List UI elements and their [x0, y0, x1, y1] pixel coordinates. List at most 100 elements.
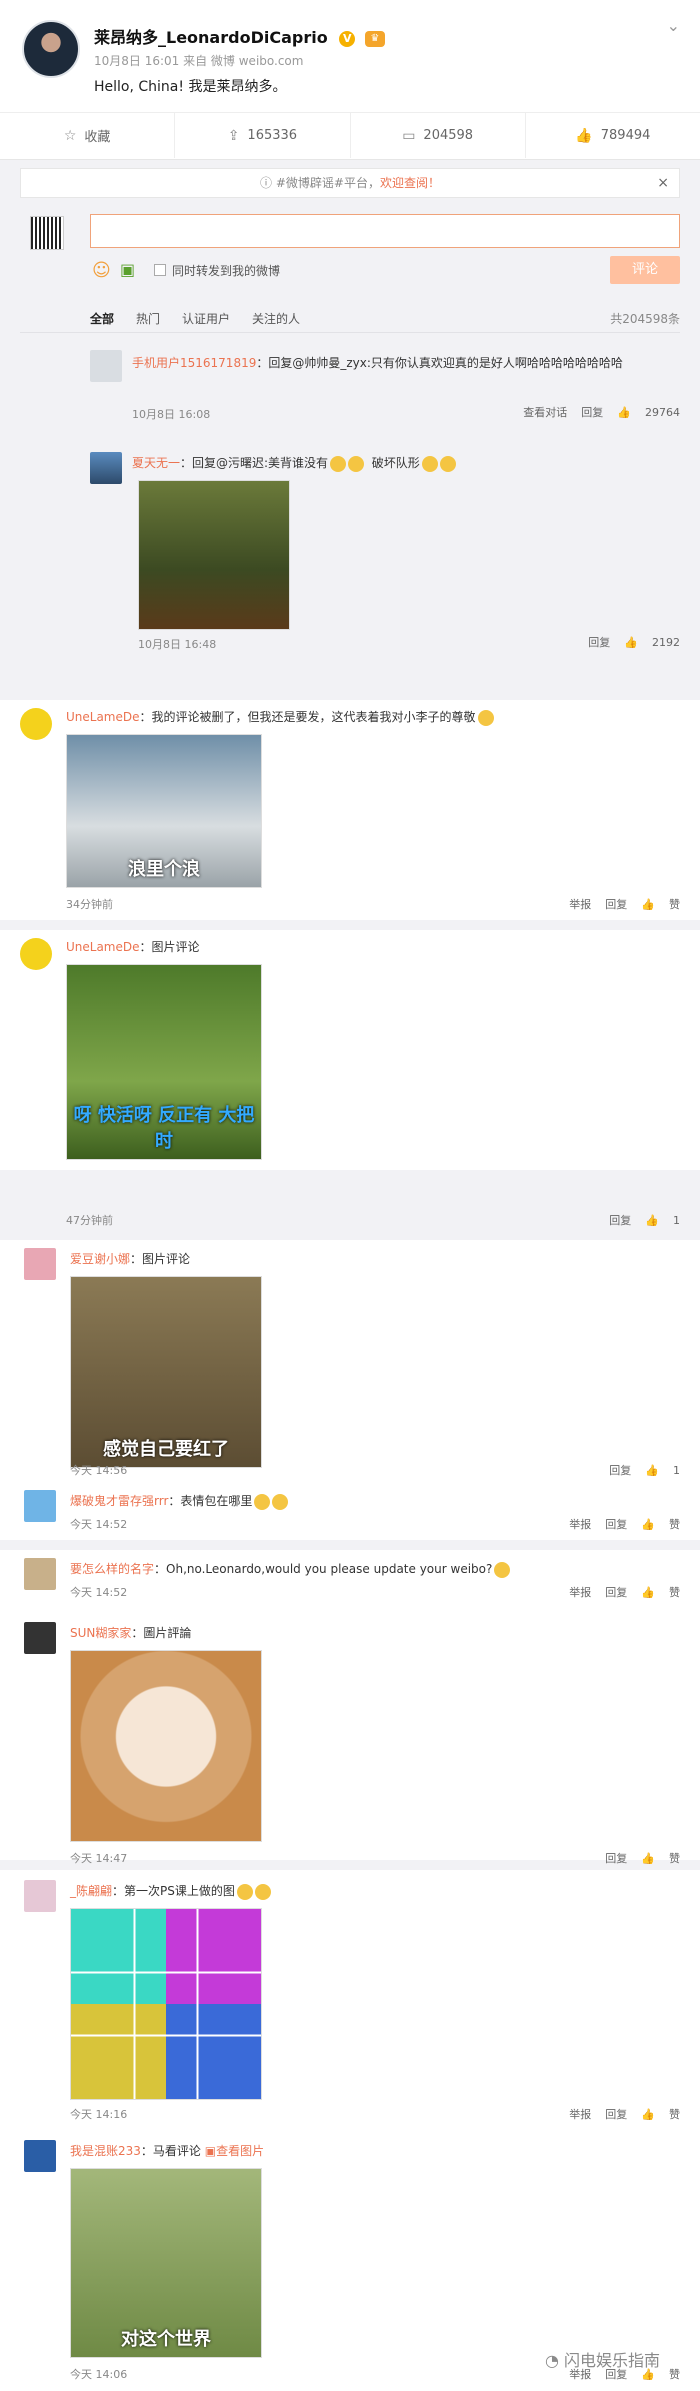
- info-icon: ⓘ: [260, 176, 276, 190]
- avatar[interactable]: [24, 1558, 56, 1590]
- comment-author[interactable]: 我是混账233: [70, 2144, 141, 2158]
- view-conversation-link[interactable]: 查看对话: [523, 404, 567, 420]
- comment-author[interactable]: 爱豆谢小娜: [70, 1252, 130, 1266]
- comment-author[interactable]: UneLameDe: [66, 940, 140, 954]
- avatar[interactable]: [24, 1248, 56, 1280]
- smile-icon: [439, 455, 456, 472]
- reply-link[interactable]: 回复: [609, 1462, 631, 1478]
- comment-actions: 回复 👍 2192: [588, 634, 680, 650]
- comment-author[interactable]: _陈翩翩: [70, 1884, 112, 1898]
- tab-hot[interactable]: 热门: [136, 310, 160, 327]
- reply-link[interactable]: 回复: [605, 2106, 627, 2122]
- like-label[interactable]: 赞: [669, 2106, 680, 2122]
- comment-item: UneLameDe：图片评论 呀 快活呀 反正有 大把时: [0, 930, 700, 1170]
- comment-input[interactable]: [90, 214, 680, 248]
- notice-link[interactable]: 欢迎查阅！: [380, 176, 440, 190]
- reply-link[interactable]: 回复: [609, 1212, 631, 1228]
- comment-actions: 回复 👍 1: [609, 1462, 680, 1478]
- avatar[interactable]: [24, 2140, 56, 2172]
- reply-link[interactable]: 回复: [605, 1584, 627, 1600]
- comment-author[interactable]: 爆破鬼才雷存强rrr: [70, 1494, 168, 1508]
- comment-actions: 回复 👍 赞: [605, 1850, 680, 1866]
- report-link[interactable]: 举报: [569, 1516, 591, 1532]
- report-link[interactable]: 举报: [569, 1584, 591, 1600]
- avatar[interactable]: [22, 20, 80, 78]
- comment-author[interactable]: 要怎么样的名字: [70, 1562, 154, 1576]
- thumbs-up-icon[interactable]: 👍: [641, 1518, 655, 1531]
- like-label[interactable]: 赞: [669, 1584, 680, 1600]
- thumbs-up-icon[interactable]: 👍: [641, 898, 655, 911]
- thumbs-up-icon[interactable]: 👍: [617, 406, 631, 419]
- comment-text: ：回复@污曙迟:美背谁没有: [180, 456, 329, 470]
- thumbs-up-icon[interactable]: 👍: [624, 636, 638, 649]
- comment-image[interactable]: [70, 1650, 262, 1842]
- comment-author[interactable]: 夏天无一: [132, 456, 180, 470]
- comment-text: ：第一次PS课上做的图: [112, 1884, 235, 1898]
- tab-all[interactable]: 全部: [90, 310, 114, 327]
- sync-checkbox[interactable]: [154, 264, 166, 276]
- thumbs-up-icon[interactable]: 👍: [641, 1852, 655, 1865]
- avatar[interactable]: [90, 452, 122, 484]
- notice-bar: ⓘ #微博辟谣#平台，欢迎查阅！ ×: [20, 168, 680, 198]
- thumbs-up-icon: 👍: [575, 127, 593, 144]
- report-link[interactable]: 举报: [569, 2106, 591, 2122]
- avatar[interactable]: [24, 1490, 56, 1522]
- reply-link[interactable]: 回复: [605, 1850, 627, 1866]
- watermark-text: 闪电娱乐指南: [563, 2351, 660, 2370]
- comment-image[interactable]: [138, 480, 290, 630]
- reply-link[interactable]: 回复: [581, 404, 603, 420]
- like-button[interactable]: 👍 789494: [526, 113, 700, 158]
- close-icon[interactable]: ×: [657, 169, 669, 197]
- thumbs-up-icon[interactable]: 👍: [641, 1586, 655, 1599]
- comment-body: 夏天无一：回复@污曙迟:美背谁没有 破坏队形: [132, 454, 456, 472]
- avatar[interactable]: [20, 708, 52, 740]
- post-author[interactable]: 莱昂纳多_LeonardoDiCaprio V ♛: [94, 24, 385, 48]
- chevron-down-icon[interactable]: ⌄: [667, 16, 680, 35]
- comment-time: 今天 14:16: [70, 2108, 128, 2121]
- tab-following[interactable]: 关注的人: [252, 310, 300, 327]
- comment-actions: 回复 👍 1: [609, 1212, 680, 1228]
- tab-verified[interactable]: 认证用户: [182, 310, 230, 327]
- repost-button[interactable]: ⇪ 165336: [175, 113, 351, 158]
- reply-link[interactable]: 回复: [588, 634, 610, 650]
- reply-link[interactable]: 回复: [605, 896, 627, 912]
- comment-author[interactable]: UneLameDe: [66, 710, 140, 724]
- favorite-button[interactable]: ☆ 收藏: [0, 113, 176, 158]
- reply-link[interactable]: 回复: [605, 1516, 627, 1532]
- smile-icon: [421, 455, 438, 472]
- submit-comment-button[interactable]: 评论: [610, 256, 680, 284]
- comment-total: 共204598条: [610, 312, 680, 326]
- avatar[interactable]: [90, 350, 122, 382]
- thumbs-up-icon[interactable]: 👍: [645, 1464, 659, 1477]
- star-icon: ☆: [63, 127, 77, 144]
- comment-text: ：马看评论: [140, 2144, 201, 2158]
- like-count: 789494: [600, 128, 651, 143]
- emoji-icon[interactable]: ☺: [92, 260, 111, 281]
- like-label[interactable]: 赞: [669, 1850, 680, 1866]
- avatar[interactable]: [24, 1622, 56, 1654]
- avatar[interactable]: [24, 1880, 56, 1912]
- post-actions: ☆ 收藏 ⇪ 165336 ▭ 204598 👍 789494: [0, 112, 700, 158]
- comment-author[interactable]: SUN糊家家: [70, 1626, 131, 1640]
- like-label[interactable]: 赞: [669, 896, 680, 912]
- comment-image[interactable]: [70, 1908, 262, 2100]
- face-icon: [348, 455, 365, 472]
- like-label[interactable]: 赞: [669, 2366, 680, 2382]
- post-author-name[interactable]: 莱昂纳多_LeonardoDiCaprio: [94, 28, 328, 47]
- comment-image[interactable]: 浪里个浪: [66, 734, 262, 888]
- comment-button[interactable]: ▭ 204598: [351, 113, 526, 158]
- thumbs-up-icon[interactable]: 👍: [645, 1214, 659, 1227]
- image-caption: 呀 快活呀 反正有 大把时: [73, 1105, 255, 1152]
- comment-author[interactable]: 手机用户1516171819: [132, 356, 256, 370]
- comment-count: 204598: [423, 128, 474, 143]
- avatar[interactable]: [20, 938, 52, 970]
- comment-image[interactable]: 呀 快活呀 反正有 大把时: [66, 964, 262, 1160]
- report-link[interactable]: 举报: [569, 896, 591, 912]
- view-image-link[interactable]: 查看图片: [216, 2144, 264, 2158]
- image-icon[interactable]: ▣: [120, 260, 135, 279]
- image-caption: 对这个世界: [121, 2329, 211, 2350]
- thumbs-up-icon[interactable]: 👍: [641, 2108, 655, 2121]
- comment-image[interactable]: 对这个世界: [70, 2168, 262, 2358]
- like-label[interactable]: 赞: [669, 1516, 680, 1532]
- comment-image[interactable]: 感觉自己要红了: [70, 1276, 262, 1468]
